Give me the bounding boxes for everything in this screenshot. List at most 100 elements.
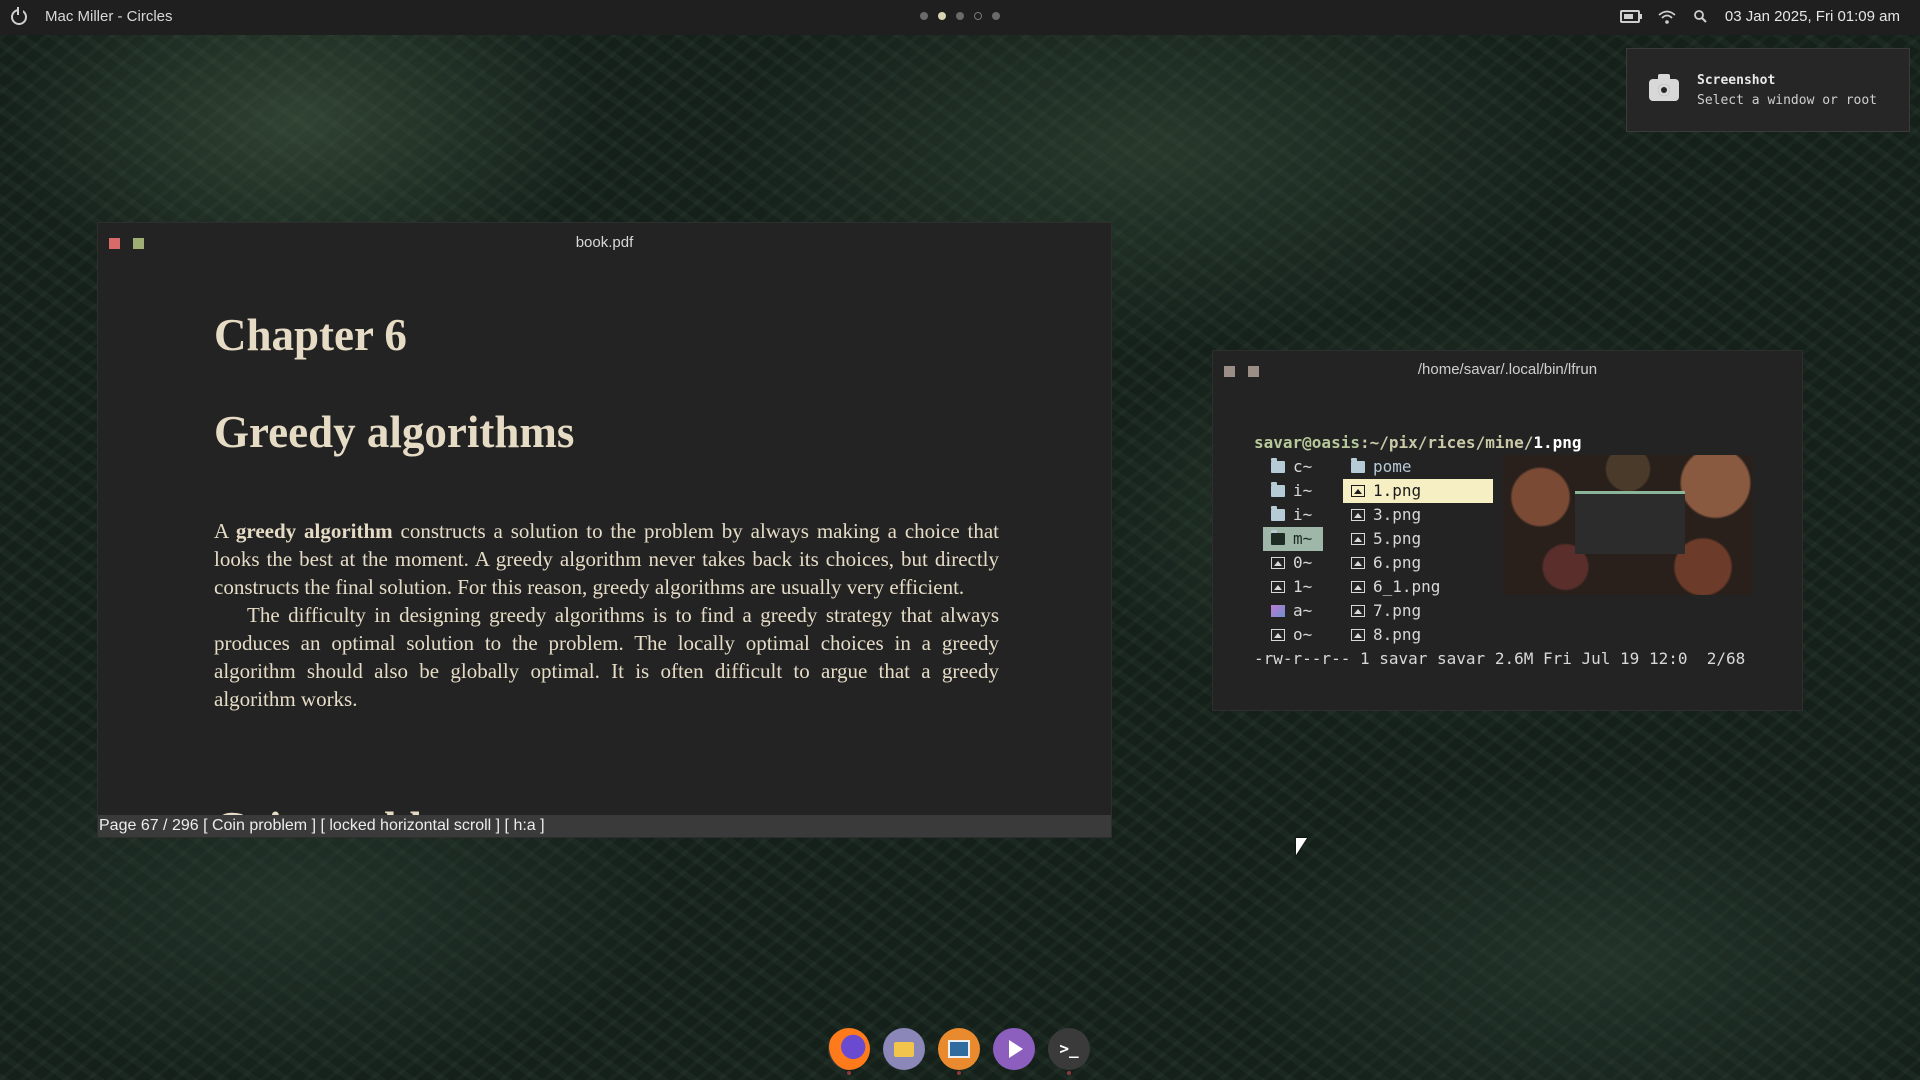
list-item-label: 7.png [1373,601,1422,620]
file-manager-path: savar@oasis:~/pix/rices/mine/1.png [1254,433,1582,452]
search-icon[interactable] [1693,10,1707,23]
list-item[interactable]: c~ [1263,455,1323,479]
clock[interactable]: 03 Jan 2025, Fri 01:09 am [1725,8,1900,25]
list-item[interactable]: 1~ [1263,575,1323,599]
image-icon [1271,581,1285,593]
list-item-label: 5.png [1373,529,1422,548]
color-image-icon [1271,605,1285,617]
section-heading: Greedy algorithms [214,407,575,457]
power-icon[interactable] [11,7,27,25]
pdf-viewer-window[interactable]: book.pdf Chapter 6 Greedy algorithms A g… [97,222,1112,838]
list-item-selected[interactable]: m~ [1263,527,1323,551]
list-item-label: 1~ [1293,577,1313,596]
terminal-icon[interactable]: >_ [1048,1028,1090,1075]
files-icon[interactable] [883,1028,925,1070]
top-bar: Mac Miller - Circles 03 Jan 2025, Fri 01… [0,0,1920,35]
list-item-label: 1.png [1373,481,1422,500]
mouse-cursor [1296,838,1307,855]
prompt-user: savar@oasis [1254,433,1360,452]
window-title: book.pdf [575,234,634,251]
list-item[interactable]: 5.png [1343,527,1493,551]
image-icon [1271,557,1285,569]
battery-icon[interactable] [1619,10,1642,23]
terminal-window[interactable]: /home/savar/.local/bin/lfrun savar@oasis… [1212,350,1803,711]
image-icon [1351,509,1365,521]
list-item[interactable]: pome [1343,455,1493,479]
list-item[interactable]: 6.png [1343,551,1493,575]
image-icon [1351,533,1365,545]
list-item-label: i~ [1293,505,1313,524]
list-item[interactable]: i~ [1263,503,1323,527]
image-icon [1351,629,1365,641]
list-item-current[interactable]: 1.png [1343,479,1493,503]
folder-icon [1271,482,1285,497]
running-indicator [1067,1071,1071,1075]
wifi-icon[interactable] [1658,10,1676,24]
now-playing-label[interactable]: Mac Miller - Circles [45,8,173,25]
workspace-dot-4[interactable] [974,12,982,20]
image-icon [1351,581,1365,593]
terminal-glyph: >_ [1059,1039,1079,1058]
system-tray: 03 Jan 2025, Fri 01:09 am [1619,8,1900,25]
list-item[interactable]: 8.png [1343,623,1493,647]
list-item-label: o~ [1293,625,1313,644]
list-item-label: 6_1.png [1373,577,1441,596]
file-list: pome 1.png 3.png 5.png 6.png 6_1.png 7.p… [1343,455,1493,647]
pdf-page[interactable]: Chapter 6 Greedy algorithms A greedy alg… [214,310,999,838]
camera-icon [1649,74,1679,101]
workspace-dot-1[interactable] [920,12,928,20]
workspace-dot-2[interactable] [938,12,946,20]
folder-icon [1271,458,1285,473]
running-indicator [847,1071,851,1075]
chapter-heading: Chapter 6 [214,310,407,360]
folder-icon [1351,458,1365,473]
list-item[interactable]: 7.png [1343,599,1493,623]
list-item-label: m~ [1293,529,1313,548]
firefox-icon[interactable] [828,1028,870,1075]
workspace-dot-5[interactable] [992,12,1000,20]
list-item-label: pome [1373,457,1412,476]
workspace-indicator [920,12,1000,20]
dock: >_ [828,1028,1090,1075]
list-item-label: 8.png [1373,625,1422,644]
screenshot-notification[interactable]: Screenshot Select a window or root [1626,48,1910,132]
list-item[interactable]: i~ [1263,479,1323,503]
list-item-label: a~ [1293,601,1313,620]
prompt-file: 1.png [1533,433,1582,452]
list-item-label: 0~ [1293,553,1313,572]
pdf-titlebar[interactable]: book.pdf [98,223,1111,263]
paragraph-2: The difficulty in designing greedy algor… [214,603,999,711]
list-item[interactable]: 3.png [1343,503,1493,527]
list-item[interactable]: o~ [1263,623,1323,647]
preview-window-thumbnail [1575,491,1685,554]
reader-icon[interactable] [938,1028,980,1075]
paragraph-1-bold-term: greedy algorithm [235,519,393,543]
running-indicator [957,1071,961,1075]
list-item-label: 3.png [1373,505,1422,524]
notification-body: Select a window or root [1697,93,1878,108]
prompt-path: :~/pix/rices/mine/ [1359,433,1534,452]
image-icon [1271,629,1285,641]
window-title: /home/savar/.local/bin/lfrun [1417,361,1598,378]
image-icon [1351,605,1365,617]
image-icon [1351,557,1365,569]
paragraph-1: A greedy algorithm constructs a solution… [214,517,999,601]
folder-icon [1271,506,1285,521]
list-item-label: c~ [1293,457,1313,476]
list-item[interactable]: 0~ [1263,551,1323,575]
image-icon [1351,485,1365,497]
file-info-line: -rw-r--r-- 1 savar savar 2.6M Fri Jul 19… [1254,649,1746,668]
player-icon[interactable] [993,1028,1035,1070]
pdf-statusline: Page 67 / 296 [ Coin problem ] [ locked … [98,815,1111,837]
paragraph-1-lead: A [214,519,236,543]
folder-icon [1271,530,1285,545]
notification-title: Screenshot [1697,73,1776,88]
list-item[interactable]: a~ [1263,599,1323,623]
list-item[interactable]: 6_1.png [1343,575,1493,599]
image-preview [1503,455,1753,595]
workspace-dot-3[interactable] [956,12,964,20]
parent-directory-list: c~ i~ i~ m~ 0~ 1~ a~ o~ [1263,455,1323,647]
list-item-label: 6.png [1373,553,1422,572]
page-body: A greedy algorithm constructs a solution… [214,517,999,713]
list-item-label: i~ [1293,481,1313,500]
